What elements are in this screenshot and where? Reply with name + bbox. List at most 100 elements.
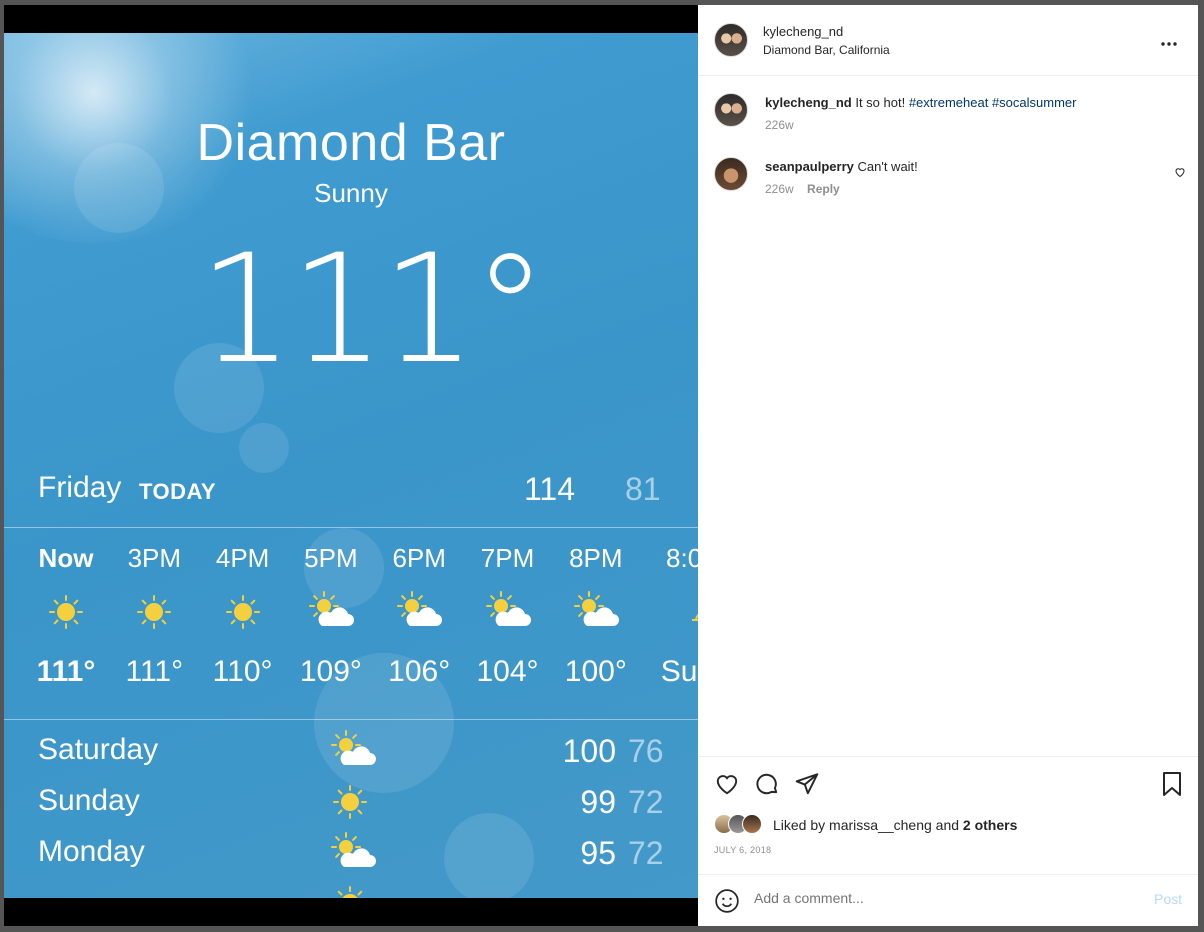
emoji-icon[interactable] [714, 888, 740, 919]
comment-text: seanpaulperry Can't wait! [765, 159, 1165, 174]
liked-by-user[interactable]: marissa__cheng [829, 817, 932, 833]
hashtag[interactable]: #extremeheat [909, 95, 989, 110]
day-name: Saturday [38, 733, 159, 766]
sun-icon [22, 578, 110, 652]
day-low: 72 [628, 835, 664, 871]
partly-cloudy-icon [464, 578, 552, 652]
post-panel: kylecheng_nd Diamond Bar, California kyl… [698, 5, 1198, 926]
comment-body: Can't wait! [857, 159, 918, 174]
hour-label: 4PM [215, 543, 270, 573]
hour-temperature: 109° [299, 655, 362, 688]
daily-row-partial [38, 885, 698, 898]
today-low: 81 [625, 471, 661, 507]
caption-text: kylecheng_nd It so hot! #extremeheat #so… [765, 95, 1165, 110]
weather-condition: Sunny [314, 178, 388, 208]
hour-label: 3PM [127, 543, 182, 573]
avatar [742, 814, 762, 834]
caption-time: 226w [765, 118, 794, 132]
partly-cloudy-icon [328, 729, 378, 778]
liked-by-prefix: Liked by [773, 817, 826, 833]
day-low: 72 [628, 784, 664, 820]
avatar[interactable] [714, 23, 748, 57]
likes-row: Liked by marissa__cheng and 2 others [714, 814, 1184, 836]
liked-by-others[interactable]: 2 others [963, 817, 1017, 833]
comment-meta: 226w Reply [765, 182, 840, 196]
city-name: Diamond Bar [196, 114, 506, 172]
day-high: 95 [580, 835, 616, 871]
hourly-item: 7PM 104° [464, 538, 552, 692]
avatar[interactable] [714, 93, 748, 127]
avatar[interactable] [714, 157, 748, 191]
reply-button[interactable]: Reply [807, 182, 840, 196]
post-button[interactable]: Post [1154, 891, 1182, 907]
comment-time: 226w [765, 182, 794, 196]
hour-temperature: Sur [660, 655, 698, 688]
hashtag[interactable]: #socalsummer [992, 95, 1077, 110]
post-location[interactable]: Diamond Bar, California [763, 43, 890, 57]
day-low: 76 [628, 733, 664, 769]
partly-cloudy-icon [328, 831, 378, 880]
hourly-item: Now 111° [22, 538, 110, 692]
post-date[interactable]: JULY 6, 2018 [714, 845, 771, 855]
hour-label: 8PM [569, 543, 623, 573]
save-icon[interactable] [1160, 771, 1184, 802]
partly-cloudy-icon [287, 578, 375, 652]
like-icon[interactable] [714, 771, 740, 802]
day-high: 100 [562, 733, 616, 769]
hour-label: Now [38, 543, 94, 573]
daily-row: Saturday 100 76 [38, 730, 698, 777]
today-tag: TODAY [139, 479, 217, 504]
liked-by-and: and [935, 817, 960, 833]
today-row: Friday TODAY 114 81 [38, 471, 698, 511]
add-comment-bar: Post [698, 874, 1198, 927]
hour-label: 6PM [392, 543, 446, 573]
hourly-item: 6PM 106° [375, 538, 463, 692]
hour-label: 7PM [480, 543, 535, 573]
hour-temperature: 111° [125, 655, 184, 688]
caption-body: It so hot! [855, 95, 906, 110]
daily-row: Monday 95 72 [38, 832, 698, 879]
hour-label: 5PM [304, 543, 358, 573]
sunset-icon [640, 578, 698, 652]
post-header: kylecheng_nd Diamond Bar, California [698, 5, 1198, 76]
current-temperature: 111° [198, 223, 547, 397]
hourly-item: 3PM 111° [110, 538, 198, 692]
hour-temperature: 104° [476, 655, 539, 688]
sun-icon [110, 578, 198, 652]
daily-row: Sunday 99 72 [38, 784, 698, 828]
caption-username[interactable]: kylecheng_nd [765, 95, 852, 110]
hour-label: 8:0 [666, 543, 698, 573]
hourly-item: 4PM 110° [199, 538, 287, 692]
hour-temperature: 100° [564, 655, 627, 688]
weather-screenshot: Diamond Bar Sunny 111° Friday TODAY 114 … [4, 33, 698, 898]
day-name: Sunday [38, 784, 140, 817]
hourly-item: 5PM 109° [287, 538, 375, 692]
day-name: Monday [38, 835, 145, 868]
post-photo: Diamond Bar Sunny 111° Friday TODAY 114 … [4, 5, 698, 926]
divider [4, 527, 698, 528]
comment-input[interactable] [754, 890, 1134, 906]
today-day: Friday [38, 471, 122, 504]
divider [4, 719, 698, 720]
comment-username[interactable]: seanpaulperry [765, 159, 854, 174]
hourly-item: 8PM 100° [552, 538, 640, 692]
today-high: 114 [524, 471, 576, 507]
partly-cloudy-icon [552, 578, 640, 652]
partly-cloudy-icon [375, 578, 463, 652]
hour-temperature: 106° [388, 655, 451, 688]
comment-icon[interactable] [754, 771, 780, 802]
post-actions: Liked by marissa__cheng and 2 others JUL… [698, 756, 1198, 926]
like-comment-icon[interactable] [1174, 165, 1186, 183]
sun-icon [328, 881, 372, 898]
sun-icon [199, 578, 287, 652]
hourly-item: 8:0 Sur [640, 538, 698, 692]
day-high: 99 [580, 784, 616, 820]
bokeh [239, 423, 289, 473]
more-options-icon[interactable] [1160, 31, 1178, 52]
liked-by-text: Liked by marissa__cheng and 2 others [773, 817, 1017, 833]
hour-temperature: 111° [36, 655, 96, 688]
share-icon[interactable] [794, 771, 820, 802]
hour-temperature: 110° [212, 655, 273, 688]
sun-icon [328, 780, 372, 829]
post-username[interactable]: kylecheng_nd [763, 24, 843, 39]
